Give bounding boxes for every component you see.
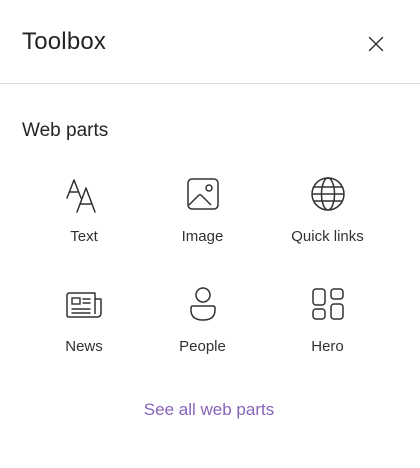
web-parts-grid: Text Image Quick links News People Hero (28, 168, 388, 388)
text-icon (66, 179, 96, 213)
hero-icon (311, 288, 344, 320)
toolbox-header: Toolbox (0, 0, 420, 84)
web-part-quick-links[interactable]: Quick links (265, 168, 390, 278)
close-button[interactable] (362, 30, 390, 58)
web-part-label: People (179, 338, 226, 355)
web-part-label: Quick links (291, 228, 364, 245)
web-part-label: Hero (311, 338, 344, 355)
see-all-web-parts-link[interactable]: See all web parts (0, 400, 420, 420)
see-all-label: See all web parts (143, 400, 275, 419)
people-icon (189, 287, 216, 321)
image-icon (186, 178, 219, 210)
web-part-news[interactable]: News (28, 278, 140, 388)
section-title: Web parts (22, 120, 109, 141)
web-part-label: Image (181, 228, 224, 245)
news-icon (66, 292, 102, 318)
globe-icon (310, 177, 345, 211)
web-part-hero[interactable]: Hero (265, 278, 390, 388)
web-part-image[interactable]: Image (140, 168, 265, 278)
close-icon (368, 36, 384, 52)
panel-title: Toolbox (22, 28, 107, 55)
web-part-label: News (65, 338, 103, 355)
web-part-people[interactable]: People (140, 278, 265, 388)
web-part-label: Text (70, 228, 98, 245)
web-part-text[interactable]: Text (28, 168, 140, 278)
